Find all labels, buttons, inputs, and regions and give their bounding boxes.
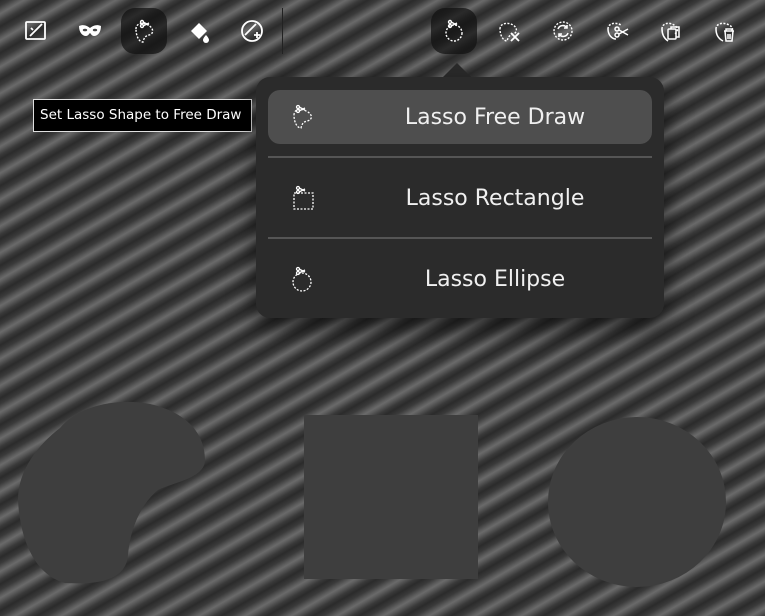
toolbar [0, 0, 765, 64]
lasso-ellipse-button[interactable] [431, 8, 477, 54]
lasso-invert-button[interactable] [540, 8, 586, 54]
adjust-add-icon [241, 20, 263, 42]
lasso-clear-button[interactable] [486, 8, 532, 54]
lasso-delete-icon [715, 22, 734, 42]
lasso-invert-icon [553, 21, 573, 41]
paint-bucket-button[interactable] [176, 8, 222, 54]
paint-bucket-icon [191, 23, 209, 43]
lasso-clear-icon [499, 22, 520, 42]
crop-picture-button[interactable] [13, 8, 59, 54]
circle-shape [548, 417, 726, 587]
menu-item-lasso-ellipse[interactable]: Lasso Ellipse [268, 252, 652, 306]
mask-button[interactable] [67, 8, 113, 54]
menu-item-label: Lasso Rectangle [405, 185, 585, 211]
square-shape [304, 415, 478, 579]
menu-item-lasso-free-draw[interactable]: Lasso Free Draw [268, 90, 652, 144]
tooltip-text: Set Lasso Shape to Free Draw [40, 107, 242, 123]
lasso-ellipse-icon [445, 19, 463, 42]
menu-separator [268, 156, 652, 158]
free-form-shape-path [18, 401, 205, 584]
lasso-cut-button[interactable] [594, 8, 640, 54]
menu-item-lasso-rectangle[interactable]: Lasso Rectangle [268, 171, 652, 225]
dropdown-arrow [443, 63, 471, 77]
tooltip: Set Lasso Shape to Free Draw [33, 99, 252, 132]
lasso-free-draw-icon [135, 19, 154, 43]
lasso-delete-button[interactable] [702, 8, 748, 54]
adjust-add-button[interactable] [229, 8, 275, 54]
mask-icon [79, 25, 101, 36]
lasso-ellipse-icon [292, 266, 312, 292]
lasso-copy-icon [661, 22, 680, 42]
lasso-rectangle-icon [293, 185, 314, 210]
lasso-free-draw-icon [293, 104, 313, 129]
lasso-shape-menu: Lasso Free Draw Lasso Rectangle Lasso El… [256, 77, 664, 318]
crop-picture-icon [25, 21, 46, 40]
lasso-copy-button[interactable] [647, 8, 693, 54]
menu-item-label: Lasso Free Draw [404, 104, 586, 130]
lasso-cut-icon [607, 22, 629, 40]
toolbar-divider [282, 8, 283, 54]
lasso-shape-button[interactable] [121, 8, 167, 54]
menu-separator [268, 237, 652, 239]
menu-item-label: Lasso Ellipse [424, 266, 566, 292]
